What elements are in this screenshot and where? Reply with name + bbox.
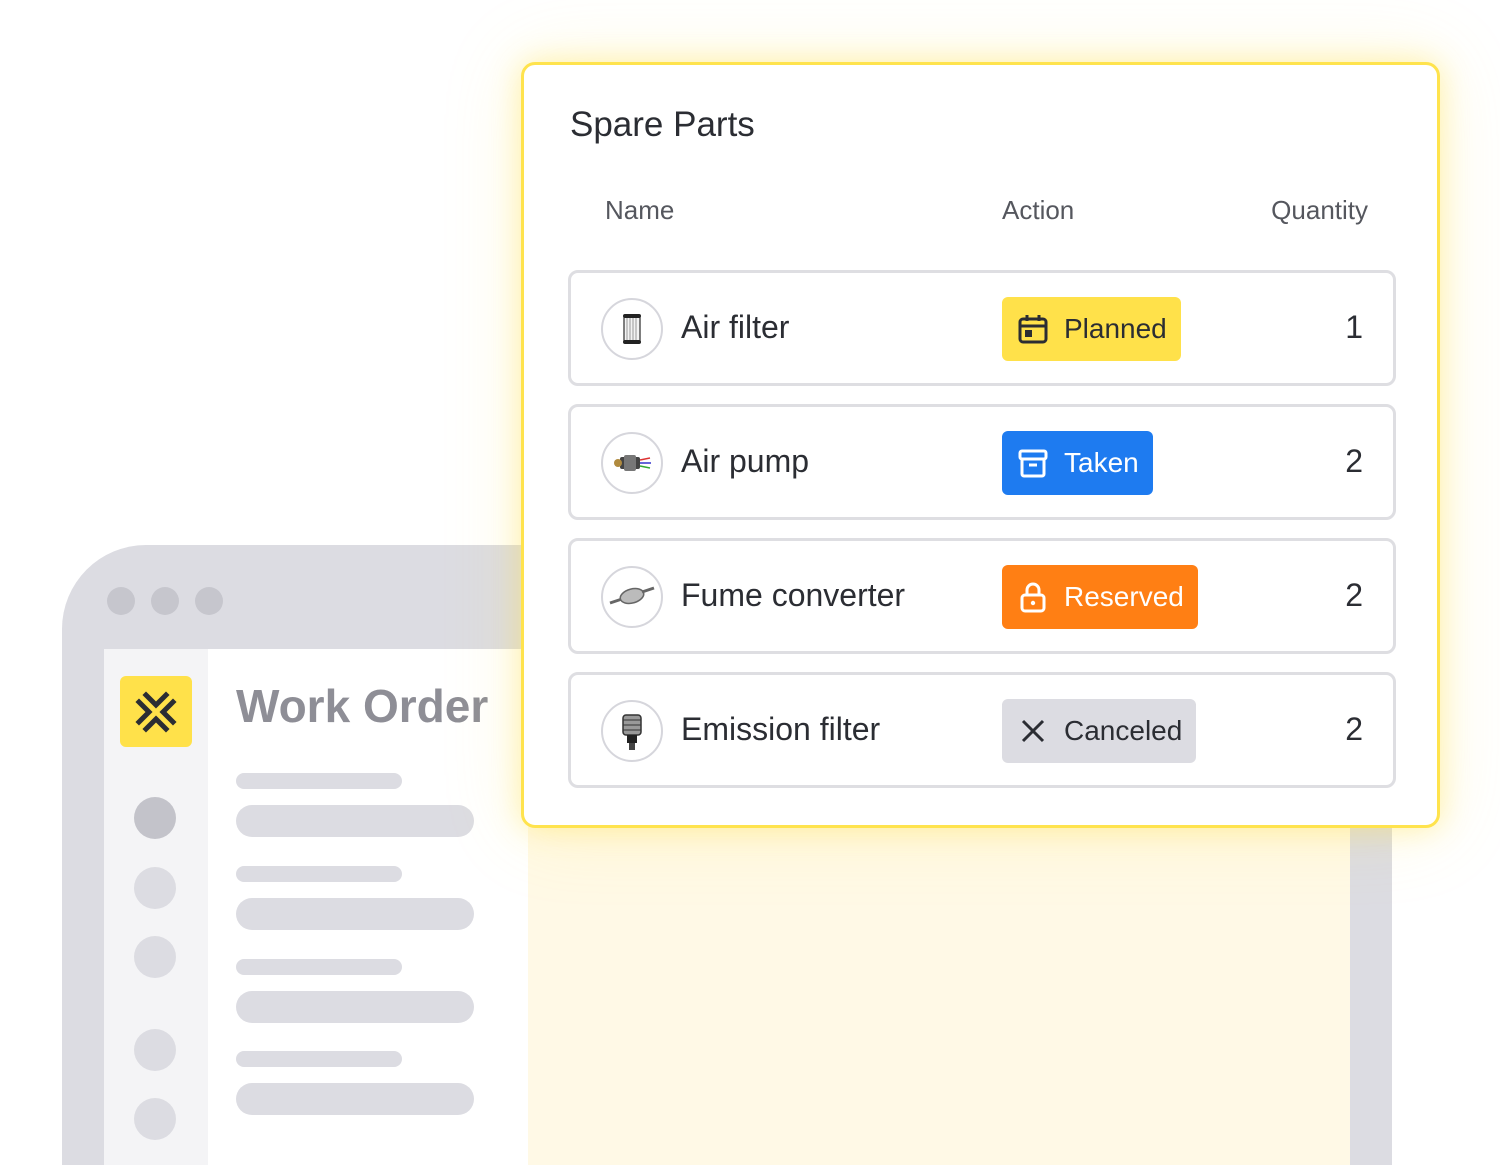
air-pump-image [614, 455, 651, 471]
window-control-dot[interactable] [151, 587, 179, 615]
part-quantity: 2 [1345, 577, 1363, 613]
action-badge-planned[interactable]: Planned [1002, 297, 1181, 361]
action-label: Taken [1064, 447, 1139, 478]
rail-nav-item[interactable] [134, 936, 176, 978]
spare-part-row[interactable]: Air pump Taken 2 [568, 404, 1396, 520]
part-quantity: 2 [1345, 711, 1363, 747]
rail-nav-item[interactable] [134, 867, 176, 909]
rail-nav-item[interactable] [134, 797, 176, 839]
action-label: Reserved [1064, 581, 1184, 612]
fume-converter-image [609, 586, 655, 605]
window-control-dot[interactable] [107, 587, 135, 615]
rail-nav-item[interactable] [134, 1098, 176, 1140]
action-label: Planned [1064, 313, 1167, 344]
app-logo[interactable] [120, 676, 192, 747]
window-control-dot[interactable] [195, 587, 223, 615]
part-quantity: 2 [1345, 443, 1363, 479]
column-header-quantity: Quantity [1271, 195, 1368, 225]
collapse-arrows-icon [135, 690, 177, 733]
calendar-icon [1016, 312, 1050, 346]
skeleton-field [236, 1083, 474, 1115]
part-name: Fume converter [681, 577, 906, 613]
skeleton-label [236, 959, 402, 975]
spare-part-row[interactable]: Fume converter Reserved 2 [568, 538, 1396, 654]
spare-part-row[interactable]: Emission filter Canceled 2 [568, 672, 1396, 788]
part-quantity: 1 [1345, 309, 1363, 345]
skeleton-label [236, 773, 402, 789]
skeleton-label [236, 1051, 402, 1067]
column-header-action: Action [1002, 195, 1075, 225]
archive-box-icon [1016, 446, 1050, 480]
column-header-name: Name [605, 195, 675, 225]
window-controls [107, 587, 223, 615]
air-filter-image [623, 314, 641, 344]
emission-filter-image [622, 714, 642, 750]
action-badge-canceled[interactable]: Canceled [1002, 699, 1197, 763]
work-order-panel: Work Order [208, 649, 528, 1165]
skeleton-field [236, 898, 474, 930]
part-thumbnail [601, 566, 663, 628]
spare-part-row[interactable]: Air filter Planned 1 [568, 270, 1396, 386]
part-name: Air pump [681, 443, 810, 479]
page-title: Work Order [236, 680, 489, 732]
card-title: Spare Parts [570, 105, 755, 144]
part-thumbnail [601, 432, 663, 494]
action-badge-taken[interactable]: Taken [1002, 431, 1153, 495]
action-badge-reserved[interactable]: Reserved [1002, 565, 1198, 629]
close-icon [1016, 714, 1050, 748]
part-name: Air filter [681, 309, 790, 345]
side-rail [104, 649, 208, 1165]
skeleton-label [236, 866, 402, 882]
part-thumbnail [601, 700, 663, 762]
spare-parts-card: Spare Parts Name Action Quantity Air fil… [521, 62, 1440, 828]
part-name: Emission filter [681, 711, 881, 747]
skeleton-field [236, 991, 474, 1023]
part-thumbnail [601, 298, 663, 360]
lock-icon [1016, 580, 1050, 614]
action-label: Canceled [1064, 715, 1183, 746]
skeleton-field [236, 805, 474, 837]
rail-nav-item[interactable] [134, 1029, 176, 1071]
